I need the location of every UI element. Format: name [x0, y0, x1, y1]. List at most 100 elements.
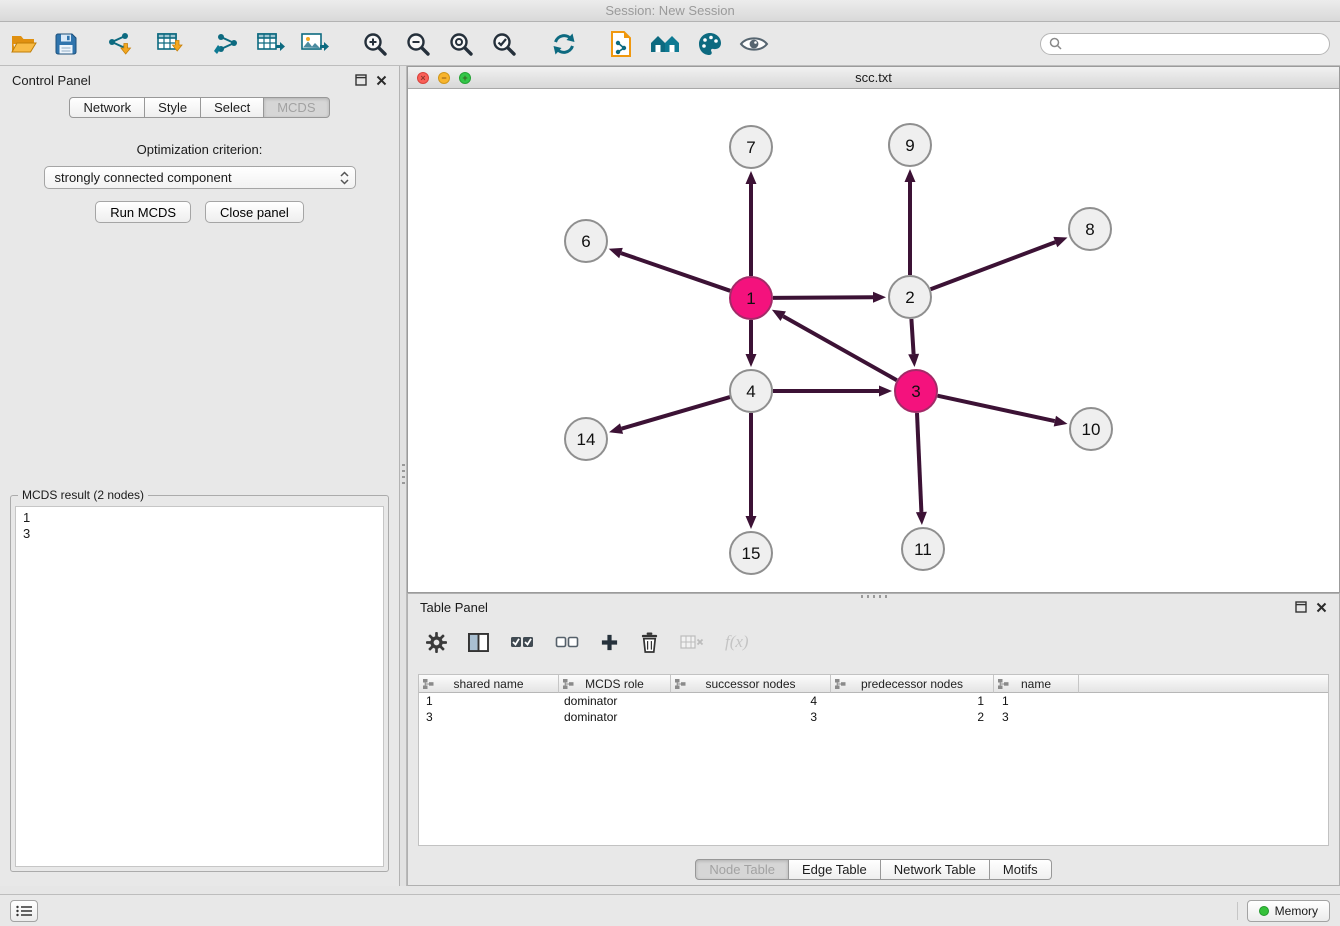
- graph-node-9[interactable]: 9: [889, 124, 931, 166]
- graph-node-8[interactable]: 8: [1069, 208, 1111, 250]
- svg-text:15: 15: [742, 544, 761, 563]
- optimization-criterion-select[interactable]: strongly connected component: [44, 166, 356, 189]
- network-file-button[interactable]: [609, 28, 633, 60]
- mcds-tab-content: Optimization criterion: strongly connect…: [0, 118, 399, 223]
- graph-edge-arrowhead: [746, 354, 757, 367]
- zoom-in-button[interactable]: [362, 28, 388, 60]
- table-cell-predecessor_nodes: 2: [831, 709, 994, 725]
- graph-node-7[interactable]: 7: [730, 126, 772, 168]
- vertical-splitter[interactable]: [400, 66, 407, 886]
- table-row[interactable]: 3dominator323: [419, 709, 1328, 725]
- graph-node-4[interactable]: 4: [730, 370, 772, 412]
- export-image-button[interactable]: [300, 28, 330, 60]
- graph-edge-3-10[interactable]: [938, 396, 1055, 421]
- import-network-button[interactable]: [104, 28, 134, 60]
- show-column-panel-button[interactable]: [468, 626, 489, 658]
- select-all-rows-button[interactable]: [510, 626, 534, 658]
- graph-node-1[interactable]: 1: [730, 277, 772, 319]
- run-mcds-button[interactable]: Run MCDS: [95, 201, 191, 223]
- table-cell-shared_name: 1: [419, 693, 559, 709]
- graph-node-3[interactable]: 3: [895, 370, 937, 412]
- column-tree-icon: [675, 679, 686, 689]
- graph-edge-4-14[interactable]: [622, 397, 730, 429]
- graph-edge-3-1[interactable]: [783, 316, 897, 380]
- close-window-icon[interactable]: ×: [417, 72, 429, 84]
- search-box[interactable]: [1040, 33, 1330, 55]
- column-header-label: shared name: [453, 677, 523, 691]
- column-header-predecessor_nodes[interactable]: predecessor nodes: [831, 675, 994, 693]
- table-row[interactable]: 1dominator411: [419, 693, 1328, 709]
- search-input[interactable]: [1067, 37, 1321, 51]
- window-titlebar[interactable]: Session: New Session: [0, 0, 1340, 22]
- graph-node-14[interactable]: 14: [565, 418, 607, 460]
- graph-node-10[interactable]: 10: [1070, 408, 1112, 450]
- table-tab-network-table[interactable]: Network Table: [881, 859, 990, 880]
- graph-edge-arrowhead: [908, 354, 919, 367]
- new-network-button[interactable]: [649, 28, 681, 60]
- column-header-successor_nodes[interactable]: successor nodes: [671, 675, 831, 693]
- delete-button[interactable]: [640, 626, 659, 658]
- close-panel-button[interactable]: Close panel: [205, 201, 304, 223]
- close-control-panel-icon[interactable]: [376, 75, 387, 86]
- graph-node-6[interactable]: 6: [565, 220, 607, 262]
- network-graph[interactable]: 7 9 6 8 1 2 4 3 14 10 15 11: [408, 89, 1339, 592]
- zoom-selected-button[interactable]: [491, 28, 517, 60]
- list-icon: [16, 905, 32, 917]
- add-button[interactable]: [600, 626, 619, 658]
- refresh-button[interactable]: [551, 28, 577, 60]
- tab-style[interactable]: Style: [145, 97, 201, 118]
- graph-edge-1-2[interactable]: [773, 297, 873, 298]
- export-table-icon: [256, 31, 286, 57]
- import-table-button[interactable]: [156, 28, 186, 60]
- table-tab-node-table[interactable]: Node Table: [695, 859, 789, 880]
- graph-node-15[interactable]: 15: [730, 532, 772, 574]
- float-panel-icon[interactable]: [355, 74, 367, 86]
- task-history-button[interactable]: [10, 900, 38, 922]
- export-network-button[interactable]: [212, 28, 242, 60]
- column-header-name[interactable]: name: [994, 675, 1079, 693]
- graph-edge-2-3[interactable]: [911, 319, 913, 354]
- table-settings-button[interactable]: [426, 626, 447, 658]
- zoom-fit-button[interactable]: [448, 28, 474, 60]
- svg-text:3: 3: [911, 382, 920, 401]
- graph-node-2[interactable]: 2: [889, 276, 931, 318]
- graph-edge-arrowhead: [916, 512, 927, 525]
- network-file-icon: [609, 30, 633, 58]
- graph-edge-2-8[interactable]: [931, 242, 1056, 289]
- graph-node-11[interactable]: 11: [902, 528, 944, 570]
- svg-text:2: 2: [905, 288, 914, 307]
- combo-arrows-icon: [340, 171, 349, 185]
- table-tab-motifs[interactable]: Motifs: [990, 859, 1052, 880]
- table-cell-filler: [1079, 693, 1328, 709]
- graph-edge-arrowhead: [746, 516, 757, 529]
- graph-edge-3-11[interactable]: [917, 413, 921, 512]
- table-cell-name: 1: [994, 693, 1079, 709]
- apply-style-button[interactable]: [697, 28, 723, 60]
- control-panel-title: Control Panel: [12, 73, 91, 88]
- deselect-all-rows-button[interactable]: [555, 626, 579, 658]
- show-details-button[interactable]: [739, 28, 769, 60]
- horizontal-splitter-grip[interactable]: [861, 595, 887, 598]
- network-window-titlebar[interactable]: × − + scc.txt: [408, 67, 1339, 89]
- tab-mcds[interactable]: MCDS: [264, 97, 329, 118]
- open-folder-icon: [10, 32, 38, 56]
- column-header-shared_name[interactable]: shared name: [419, 675, 559, 693]
- memory-button[interactable]: Memory: [1247, 900, 1330, 922]
- save-session-button[interactable]: [54, 28, 78, 60]
- zoom-out-button[interactable]: [405, 28, 431, 60]
- network-canvas[interactable]: 7 9 6 8 1 2 4 3 14 10 15 11: [408, 89, 1339, 592]
- mcds-result-list[interactable]: 13: [15, 506, 384, 867]
- tab-network[interactable]: Network: [69, 97, 145, 118]
- close-table-panel-icon[interactable]: [1316, 602, 1327, 613]
- zoom-window-icon[interactable]: +: [459, 72, 471, 84]
- minimize-window-icon[interactable]: −: [438, 72, 450, 84]
- table-tab-edge-table[interactable]: Edge Table: [789, 859, 881, 880]
- export-table-button[interactable]: [256, 28, 286, 60]
- tab-select[interactable]: Select: [201, 97, 264, 118]
- open-file-button[interactable]: [10, 28, 38, 60]
- column-header-mcds_role[interactable]: MCDS role: [559, 675, 671, 693]
- column-header-label: successor nodes: [705, 677, 795, 691]
- graph-edge-1-6[interactable]: [621, 253, 730, 291]
- export-network-icon: [212, 31, 242, 57]
- float-table-panel-icon[interactable]: [1295, 601, 1307, 613]
